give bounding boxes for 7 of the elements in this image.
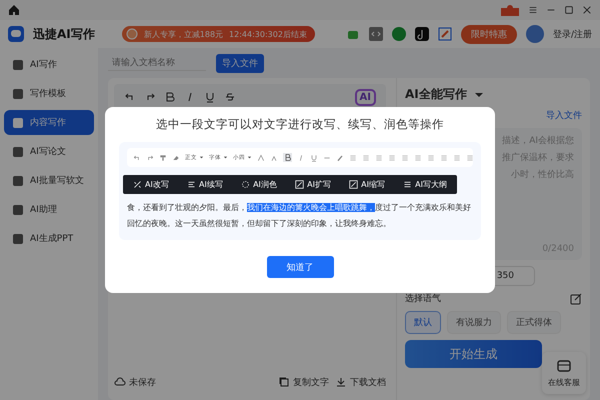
- sample-paragraph: 食，还看到了壮观的夕阳。最后，我们在海边的篝火晚会上唱歌跳舞，度过了一个充满欢乐和美好回忆的夜晚。这一天虽然很短暂，但却留下了深刻的印象，让我终身难忘。: [127, 202, 472, 230]
- tone-label: 选择语气: [405, 292, 441, 305]
- dialog-title: 选中一段文字可以对文字进行改写、续写、润色等操作: [156, 117, 444, 132]
- countdown: 12:44:30:302后结束: [229, 28, 307, 40]
- save-status: 未保存: [129, 376, 156, 388]
- app-name: 迅捷AI写作: [33, 26, 95, 42]
- promo-text: 新人专享，立减188元: [144, 28, 224, 40]
